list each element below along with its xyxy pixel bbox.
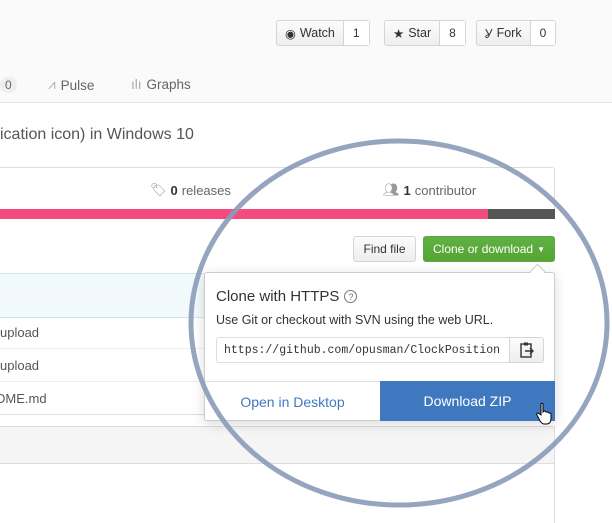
watch-label: Watch xyxy=(299,26,335,40)
hand-cursor-icon xyxy=(536,402,552,425)
tab-counter[interactable]: 0 xyxy=(0,77,17,93)
tag-icon: 🏷︎ xyxy=(150,182,167,197)
repo-description: ication icon) in Windows 10 xyxy=(0,126,194,143)
help-icon[interactable]: ? xyxy=(344,290,358,303)
graph-icon: ılı xyxy=(131,77,142,92)
copy-url-button[interactable] xyxy=(509,337,544,363)
clipboard-icon xyxy=(519,342,534,358)
clone-title-text: Clone with HTTPS xyxy=(216,288,340,305)
releases-label: releases xyxy=(181,182,231,198)
clone-label: Clone or download xyxy=(433,242,534,256)
eye-icon: ◉ xyxy=(285,26,296,41)
language-bar-segment xyxy=(0,209,489,219)
contributors-link[interactable]: 👥︎ 1 contributor xyxy=(383,182,476,198)
pulse-icon: ⩘ xyxy=(48,77,56,92)
tab-pulse-label: Pulse xyxy=(60,77,95,93)
file-name[interactable]: upload xyxy=(0,325,39,340)
star-count[interactable]: 8 xyxy=(440,21,465,45)
star-icon: ★ xyxy=(393,26,405,41)
clone-title: Clone with HTTPS? xyxy=(216,288,358,305)
readme-body xyxy=(0,463,555,523)
find-file-button[interactable]: Find file xyxy=(353,236,416,262)
contributors-label: contributor xyxy=(414,182,477,198)
caret-down-icon: ▼ xyxy=(537,244,545,254)
star-label: Star xyxy=(408,26,432,40)
clone-url-input[interactable] xyxy=(216,337,510,363)
fork-label: Fork xyxy=(496,26,522,40)
fork-button[interactable]: Ỿ Fork 0 xyxy=(476,20,557,46)
releases-link[interactable]: 🏷︎ 0 releases xyxy=(150,182,231,198)
file-name[interactable]: DME.md xyxy=(0,391,47,406)
star-button[interactable]: ★ Star 8 xyxy=(384,20,466,46)
tab-counter-badge: 0 xyxy=(0,77,17,93)
tab-graphs-label: Graphs xyxy=(146,77,191,92)
clone-subtitle: Use Git or checkout with SVN using the w… xyxy=(216,313,494,327)
language-bar-segment xyxy=(488,209,555,219)
language-bar[interactable] xyxy=(0,209,555,219)
fork-count[interactable]: 0 xyxy=(530,21,556,45)
readme-header xyxy=(0,426,555,464)
download-zip-button[interactable]: Download ZIP xyxy=(380,381,555,421)
tab-pulse[interactable]: ⩘ Pulse xyxy=(48,77,94,93)
releases-count: 0 xyxy=(170,182,178,198)
contributors-count: 1 xyxy=(403,182,411,198)
fork-icon: Ỿ xyxy=(485,26,493,41)
watch-button[interactable]: ◉ Watch 1 xyxy=(276,20,370,46)
file-name[interactable]: upload xyxy=(0,358,39,373)
open-in-desktop-button[interactable]: Open in Desktop xyxy=(205,381,380,422)
watch-count[interactable]: 1 xyxy=(343,21,369,45)
people-icon: 👥︎ xyxy=(383,182,400,197)
clone-download-button[interactable]: Clone or download ▼ xyxy=(423,236,555,262)
tab-graphs[interactable]: ılı Graphs xyxy=(131,77,191,92)
